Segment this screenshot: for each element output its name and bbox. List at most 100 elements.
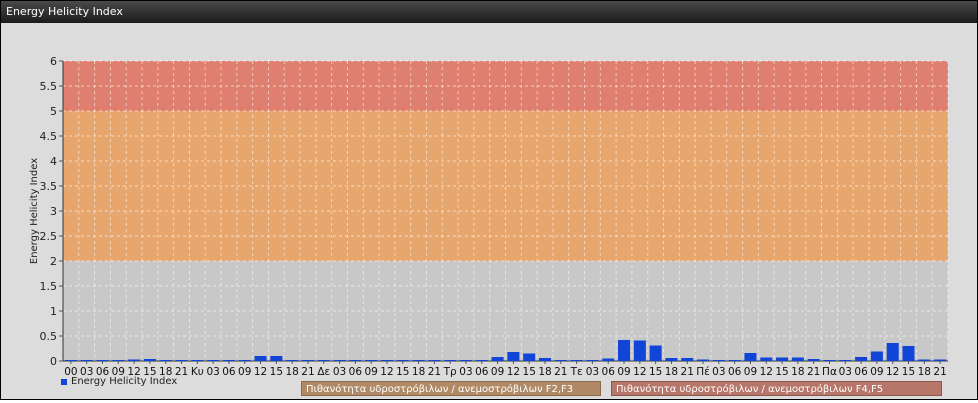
bar xyxy=(112,360,125,361)
bar xyxy=(444,360,457,361)
x-tick-label: Δε xyxy=(317,366,330,378)
bar xyxy=(365,360,378,361)
bar xyxy=(301,360,314,361)
bar xyxy=(539,358,552,361)
x-tick-label: 12 xyxy=(633,366,646,378)
x-tick-label: 12 xyxy=(254,366,267,378)
bar xyxy=(175,360,188,361)
bar xyxy=(475,360,488,361)
ehi-chart: 0 0.5 1 1.5 2 2.5 3 3.5 4 4.5 5 5.5 6 Energy Helicity… xyxy=(29,55,949,378)
x-tick-label: 18 xyxy=(412,366,425,378)
bar xyxy=(839,360,852,361)
bar xyxy=(412,360,425,361)
x-tick-label: 09 xyxy=(870,366,883,378)
bar xyxy=(886,343,899,361)
x-tick-label: Πα xyxy=(822,366,837,378)
x-tick-label: 21 xyxy=(807,366,820,378)
x-tick-label: 15 xyxy=(270,366,283,378)
bar xyxy=(744,353,757,361)
bar xyxy=(238,360,251,361)
bar xyxy=(143,359,156,361)
bar xyxy=(934,359,947,361)
bar xyxy=(728,360,741,361)
bar xyxy=(96,360,109,361)
bar xyxy=(380,360,393,361)
bar xyxy=(459,360,472,361)
x-tick-label: 21 xyxy=(681,366,694,378)
x-tick-label: 06 xyxy=(602,366,616,378)
x-tick-label: 03 xyxy=(206,366,219,378)
bar xyxy=(712,360,725,361)
bar xyxy=(64,360,77,361)
x-tick-label: Τρ xyxy=(443,366,457,378)
bar xyxy=(855,357,868,361)
x-tick-label: Πέ xyxy=(696,366,710,378)
bar xyxy=(270,356,283,361)
bar xyxy=(333,360,346,361)
bar xyxy=(570,360,583,361)
chart-window: Energy Helicity Index 0 0.5 1 1.5 2 2.5 3 3.5 4 4… xyxy=(0,0,978,400)
bar xyxy=(665,358,678,361)
x-tick-label: 18 xyxy=(538,366,551,378)
bar xyxy=(80,360,93,361)
x-tick-label: 09 xyxy=(364,366,377,378)
bar xyxy=(760,357,773,361)
y-axis-label: Energy Helicity Index xyxy=(29,158,40,264)
bar xyxy=(507,352,520,361)
x-tick-label: 03 xyxy=(586,366,599,378)
x-tick-label: 12 xyxy=(380,366,393,378)
bar xyxy=(823,360,836,361)
x-tick-label: 15 xyxy=(396,366,409,378)
x-tick-label: 21 xyxy=(933,366,946,378)
x-tick-label: 09 xyxy=(491,366,504,378)
bar xyxy=(618,340,631,361)
y-tick-label: 2 xyxy=(50,255,57,268)
bar xyxy=(523,353,536,361)
y-tick-label: 1.5 xyxy=(40,280,58,293)
bar xyxy=(776,357,789,361)
band-label-f2-f3: Πιθανότητα υδροστρόβιλων / ανεμοστρόβιλω… xyxy=(301,381,601,396)
bar xyxy=(491,357,504,361)
bar xyxy=(554,360,567,361)
bar xyxy=(317,360,330,361)
y-tick-label: 5 xyxy=(50,105,57,118)
x-tick-label: Τε xyxy=(570,366,583,378)
x-tick-label: 03 xyxy=(333,366,346,378)
x-tick-label: 21 xyxy=(301,366,314,378)
y-tick-label: 4 xyxy=(50,155,57,168)
bar xyxy=(633,340,646,361)
x-tick-label: 18 xyxy=(285,366,298,378)
x-tick-label: 15 xyxy=(649,366,662,378)
x-tick-label: 15 xyxy=(902,366,915,378)
x-tick-label: 12 xyxy=(507,366,520,378)
band-label-f4-f5: Πιθανότητα υδροστρόβιλων / ανεμοστρόβιλω… xyxy=(611,381,942,396)
bar xyxy=(207,360,220,361)
bar xyxy=(602,358,615,361)
x-tick-label: 06 xyxy=(854,366,868,378)
x-tick-label: 12 xyxy=(886,366,899,378)
x-tick-label: 21 xyxy=(554,366,567,378)
bar xyxy=(807,359,820,361)
x-tick-label: 09 xyxy=(744,366,757,378)
bar xyxy=(222,360,235,361)
bar xyxy=(902,346,915,361)
x-tick-label: 09 xyxy=(238,366,251,378)
bar xyxy=(428,360,441,361)
chart-area: 0 0.5 1 1.5 2 2.5 3 3.5 4 4.5 5 5.5 6 Energy Helicity… xyxy=(1,23,977,399)
bar xyxy=(254,356,267,361)
x-tick-label: 21 xyxy=(428,366,441,378)
legend-swatch xyxy=(61,378,67,385)
bar xyxy=(586,360,599,361)
x-tick-label: 03 xyxy=(459,366,472,378)
y-tick-label: 3.5 xyxy=(40,180,58,193)
bar xyxy=(191,360,204,361)
x-tick-label: 03 xyxy=(839,366,852,378)
y-tick-label: 2.5 xyxy=(40,230,58,243)
x-tick-label: 06 xyxy=(349,366,363,378)
y-tick-label: 4.5 xyxy=(40,130,58,143)
bar xyxy=(128,359,141,361)
x-tick-label: 15 xyxy=(523,366,536,378)
x-tick-label: 09 xyxy=(617,366,630,378)
x-tick-label: 18 xyxy=(918,366,931,378)
bar xyxy=(791,357,804,361)
